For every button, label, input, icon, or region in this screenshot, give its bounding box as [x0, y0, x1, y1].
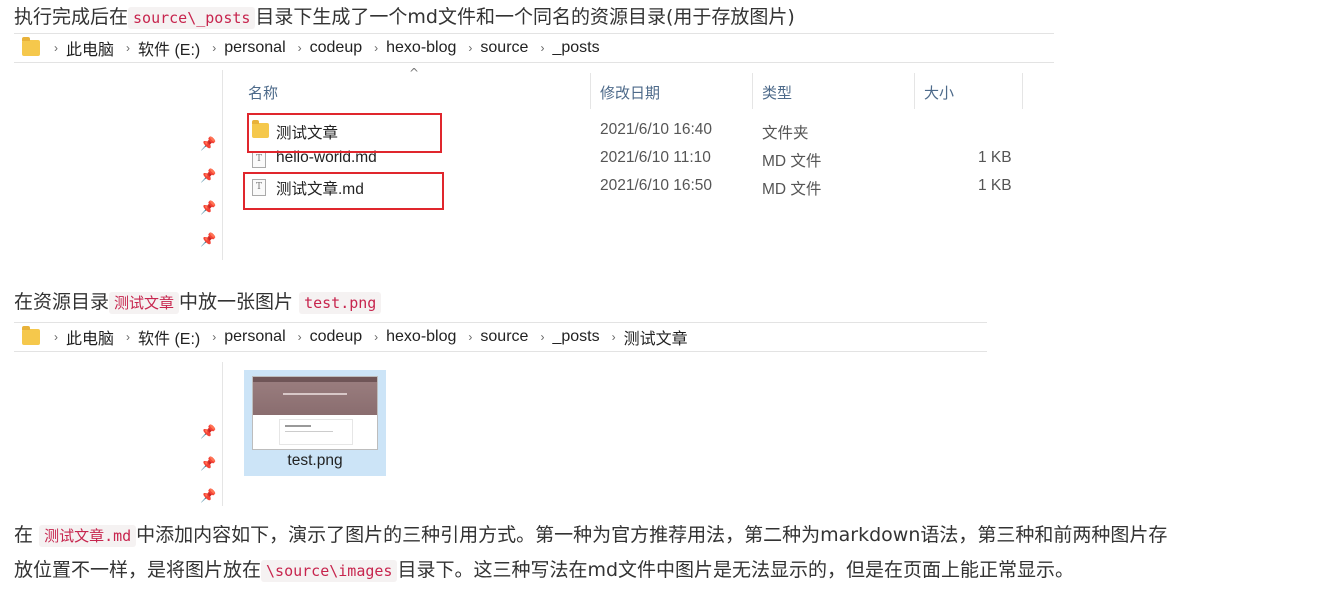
pin-icon[interactable]: 📌 — [200, 489, 216, 504]
column-header-type[interactable]: 类型 — [762, 82, 792, 103]
paragraph-text: 在 — [14, 524, 34, 546]
inline-code: source\_posts — [128, 7, 256, 29]
file-date: 2021/6/10 11:10 — [600, 149, 711, 166]
chevron-right-icon: › — [54, 330, 58, 344]
breadcrumb-item[interactable]: 软件 (E:) — [138, 36, 200, 60]
nav-pane-divider — [222, 362, 223, 506]
chevron-right-icon: › — [297, 330, 302, 344]
paragraph-text: 中放一张图片 — [179, 291, 294, 313]
inline-code: test.png — [299, 292, 382, 314]
breadcrumb-item[interactable]: 测试文章 — [624, 325, 688, 349]
intro-paragraph: 执行完成后在 source\_posts 目录下生成了一个md文件和一个同名的资源目… — [14, 2, 795, 29]
column-divider[interactable] — [1022, 73, 1023, 109]
file-date: 2021/6/10 16:50 — [600, 177, 713, 194]
pin-icon[interactable]: 📌 — [200, 425, 216, 440]
file-type: MD 文件 — [762, 181, 822, 198]
folder-icon — [22, 37, 40, 56]
highlight-box — [247, 113, 442, 153]
address-bar[interactable]: › 此电脑 › 软件 (E:) › personal › codeup › he… — [14, 33, 1054, 63]
column-divider[interactable] — [914, 73, 915, 109]
paragraph-text: 中添加内容如下，演示了图片的三种引用方式。第一种为官方推荐用法，第二种为mark… — [136, 524, 1168, 546]
breadcrumb-item[interactable]: 此电脑 — [66, 325, 114, 349]
chevron-right-icon: › — [468, 330, 473, 344]
pin-icon[interactable]: 📌 — [200, 457, 216, 472]
inline-code: 测试文章 — [109, 292, 180, 314]
file-date: 2021/6/10 16:40 — [600, 121, 713, 138]
chevron-right-icon: › — [374, 41, 379, 55]
breadcrumb-item[interactable]: _posts — [552, 328, 599, 346]
chevron-right-icon: › — [212, 41, 217, 55]
file-size: 1 KB — [978, 149, 1012, 166]
breadcrumb-item[interactable]: source — [480, 328, 528, 346]
chevron-right-icon: › — [54, 41, 58, 55]
resource-paragraph: 在资源目录 测试文章 中放一张图片 test.png — [14, 287, 382, 314]
chevron-right-icon: › — [611, 330, 616, 344]
file-size: 1 KB — [978, 177, 1012, 194]
inline-code: 测试文章.md — [39, 525, 137, 547]
column-divider[interactable] — [590, 73, 591, 109]
breadcrumb-item[interactable]: source — [480, 39, 528, 57]
breadcrumb-item[interactable]: 此电脑 — [66, 36, 114, 60]
usage-paragraph-line2: 放位置不一样，是将图片放在 \source\images 目录下。这三种写法在md文… — [14, 555, 1074, 582]
column-header-size[interactable]: 大小 — [924, 82, 954, 103]
breadcrumb-item[interactable]: codeup — [310, 39, 363, 57]
pin-icon[interactable]: 📌 — [200, 169, 216, 184]
folder-icon — [22, 326, 40, 345]
pin-icon[interactable]: 📌 — [200, 137, 216, 152]
chevron-right-icon: › — [212, 330, 217, 344]
chevron-right-icon: › — [374, 330, 379, 344]
breadcrumb-item[interactable]: personal — [224, 328, 285, 346]
chevron-right-icon: › — [297, 41, 302, 55]
breadcrumb-item[interactable]: personal — [224, 39, 285, 57]
paragraph-text: 执行完成后在 — [14, 6, 129, 28]
sort-caret-icon: ^ — [409, 66, 420, 80]
breadcrumb-item[interactable]: codeup — [310, 328, 363, 346]
address-bar[interactable]: › 此电脑 › 软件 (E:) › personal › codeup › he… — [14, 322, 987, 352]
chevron-right-icon: › — [126, 41, 131, 55]
paragraph-text: 目录下。这三种写法在md文件中图片是无法显示的，但是在页面上能正常显示。 — [397, 559, 1075, 581]
pin-icon[interactable]: 📌 — [200, 233, 216, 248]
chevron-right-icon: › — [540, 41, 545, 55]
paragraph-text: 目录下生成了一个md文件和一个同名的资源目录(用于存放图片) — [255, 6, 795, 28]
nav-pane-divider — [222, 70, 223, 260]
chevron-right-icon: › — [468, 41, 473, 55]
breadcrumb-item[interactable]: hexo-blog — [386, 328, 456, 346]
chevron-right-icon: › — [126, 330, 131, 344]
usage-paragraph-line1: 在 测试文章.md 中添加内容如下，演示了图片的三种引用方式。第一种为官方推荐用法… — [14, 520, 1167, 547]
chevron-right-icon: › — [540, 330, 545, 344]
pin-icon[interactable]: 📌 — [200, 201, 216, 216]
file-name: test.png — [287, 452, 343, 469]
paragraph-text: 在资源目录 — [14, 291, 110, 313]
inline-code: \source\images — [261, 560, 398, 582]
breadcrumb-item[interactable]: 软件 (E:) — [138, 325, 200, 349]
column-divider[interactable] — [752, 73, 753, 109]
file-tile[interactable]: test.png — [244, 370, 386, 476]
text-file-icon: T — [252, 151, 266, 168]
image-thumbnail — [252, 376, 378, 450]
file-type: MD 文件 — [762, 153, 822, 170]
column-header-name[interactable]: 名称 — [248, 82, 278, 103]
breadcrumb-item[interactable]: _posts — [552, 39, 599, 57]
file-type: 文件夹 — [762, 125, 809, 142]
paragraph-text: 放位置不一样，是将图片放在 — [14, 559, 262, 581]
column-header-date[interactable]: 修改日期 — [600, 82, 660, 103]
highlight-box — [243, 172, 444, 210]
breadcrumb-item[interactable]: hexo-blog — [386, 39, 456, 57]
